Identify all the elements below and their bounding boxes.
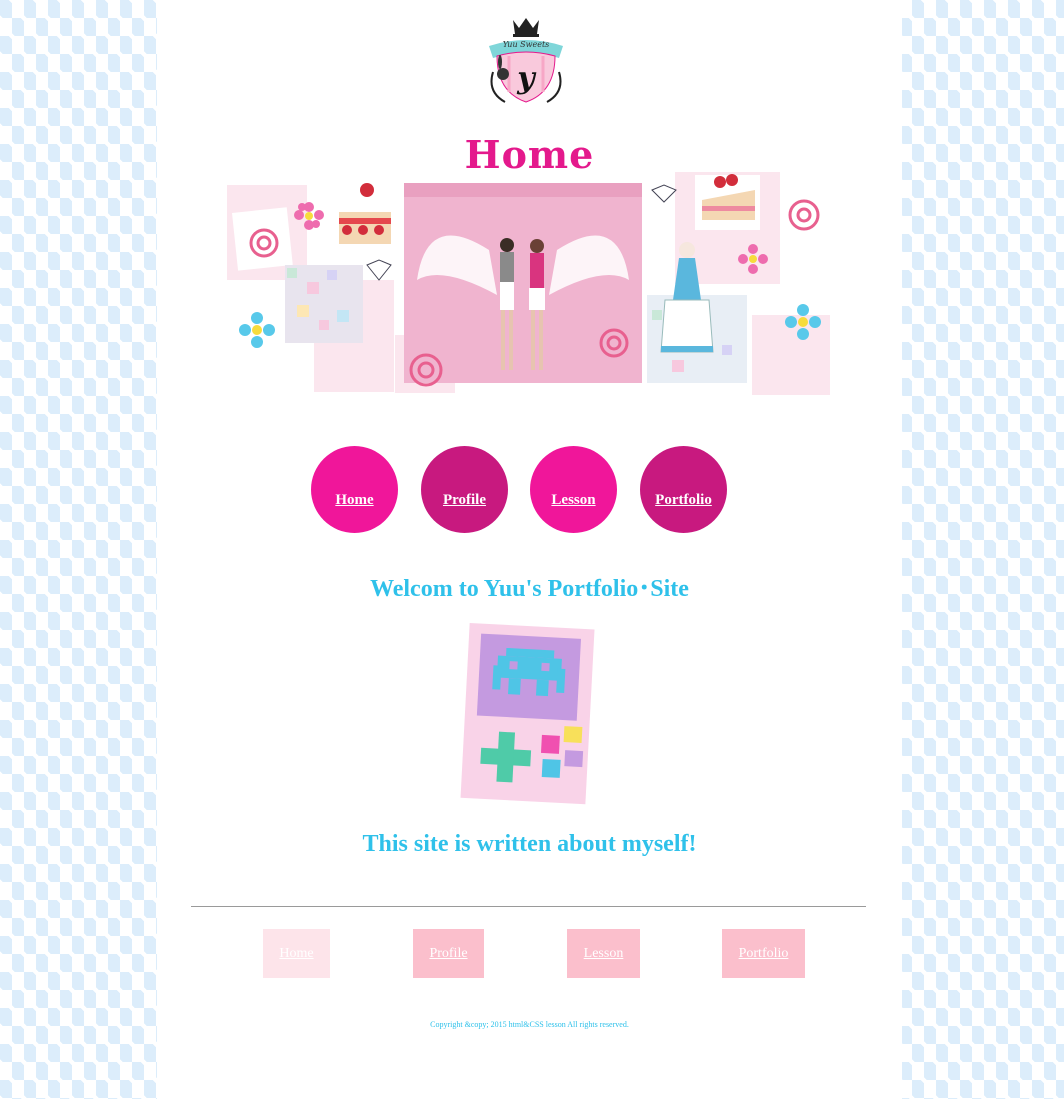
banner-collage <box>227 172 830 395</box>
footer-lesson-label: Lesson <box>583 945 624 961</box>
footer-portfolio-label: Portfolio <box>738 945 789 961</box>
nav-portfolio-label: Portfolio <box>655 492 712 508</box>
nav-home-button[interactable]: Home <box>311 446 398 533</box>
footer-home-link[interactable]: Home <box>263 929 330 978</box>
nav-home-label: Home <box>335 492 374 508</box>
footer-home-label: Home <box>279 945 314 961</box>
welcome-heading: Welcom to Yuu's Portfolio･Site <box>370 576 689 602</box>
nav-lesson-label: Lesson <box>551 492 596 508</box>
main-nav: Home Profile Lesson Portfolio <box>311 446 741 534</box>
logo-text: Yuu Sweets <box>503 40 550 49</box>
nav-profile-button[interactable]: Profile <box>421 446 508 533</box>
footer-profile-link[interactable]: Profile <box>413 929 484 978</box>
logo-letter: y <box>516 61 537 96</box>
crest-logo-icon[interactable]: y Yuu Sweets <box>475 12 577 108</box>
game-console-icon <box>460 622 595 805</box>
nav-portfolio-button[interactable]: Portfolio <box>640 446 727 533</box>
nav-profile-label: Profile <box>442 492 487 508</box>
footer-profile-label: Profile <box>429 945 468 961</box>
footer-lesson-link[interactable]: Lesson <box>567 929 640 978</box>
page-container: y Yuu Sweets Home Home Profile Lesson Po… <box>157 0 902 1099</box>
footer-portfolio-link[interactable]: Portfolio <box>722 929 805 978</box>
nav-lesson-button[interactable]: Lesson <box>530 446 617 533</box>
copyright-text: Copyright &copy; 2015 html&CSS lesson Al… <box>430 1020 629 1029</box>
divider <box>191 906 866 907</box>
tagline-heading: This site is written about myself! <box>362 831 697 857</box>
